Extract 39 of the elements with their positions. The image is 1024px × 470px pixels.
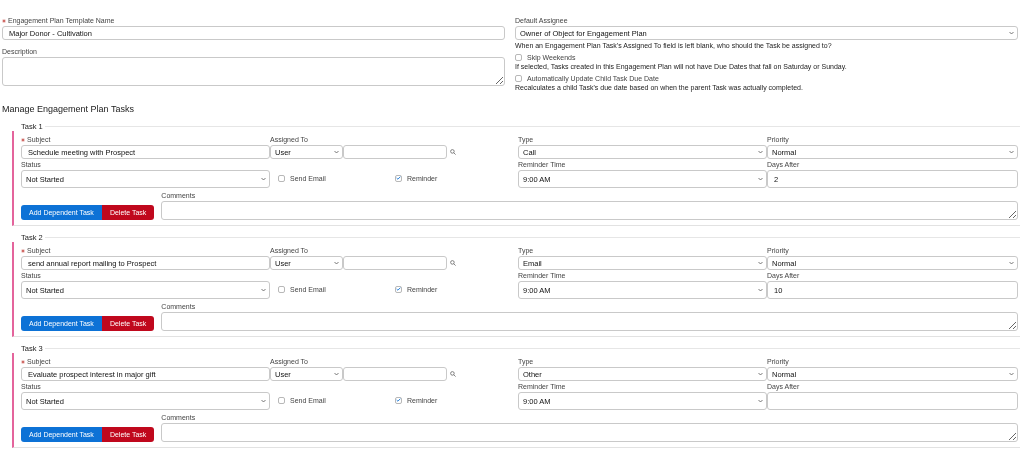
checkbox[interactable] xyxy=(395,285,402,293)
chevron-down-icon xyxy=(1009,31,1014,35)
chevron-down-icon xyxy=(758,150,763,154)
checkmark-icon xyxy=(396,398,401,402)
chevron-down-icon xyxy=(334,261,339,265)
days-after-field[interactable] xyxy=(767,392,1018,410)
assignee-lookup-field[interactable] xyxy=(343,256,447,270)
search-icon[interactable] xyxy=(450,149,456,155)
comments-field[interactable] xyxy=(161,201,1018,220)
chevron-down-icon xyxy=(261,399,266,403)
chevron-down-icon xyxy=(1009,150,1014,154)
assignee-lookup-field[interactable] xyxy=(343,367,447,381)
chevron-down-icon xyxy=(1009,261,1014,265)
chevron-down-icon xyxy=(758,261,763,265)
comments-field[interactable] xyxy=(161,312,1018,331)
search-icon[interactable] xyxy=(450,260,456,266)
checkbox[interactable] xyxy=(515,54,522,61)
checkmark-icon xyxy=(396,287,401,291)
chevron-down-icon xyxy=(261,288,266,292)
assignee-lookup-field[interactable] xyxy=(343,145,447,159)
chevron-down-icon xyxy=(758,372,763,376)
checkbox[interactable] xyxy=(278,285,285,293)
search-icon[interactable] xyxy=(450,371,456,377)
checkbox[interactable] xyxy=(278,174,285,182)
checkbox[interactable] xyxy=(515,75,522,82)
chevron-down-icon xyxy=(334,150,339,154)
chevron-down-icon xyxy=(1009,372,1014,376)
description-field[interactable] xyxy=(2,57,505,86)
checkbox[interactable] xyxy=(395,174,402,182)
chevron-down-icon xyxy=(758,399,763,403)
checkbox[interactable] xyxy=(278,396,285,404)
checkmark-icon xyxy=(396,176,401,180)
checkbox[interactable] xyxy=(395,396,402,404)
section-title: Manage Engagement Plan Tasks xyxy=(2,104,135,114)
chevron-down-icon xyxy=(758,177,763,181)
comments-field[interactable] xyxy=(161,423,1018,442)
chevron-down-icon xyxy=(334,372,339,376)
chevron-down-icon xyxy=(758,288,763,292)
chevron-down-icon xyxy=(261,177,266,181)
